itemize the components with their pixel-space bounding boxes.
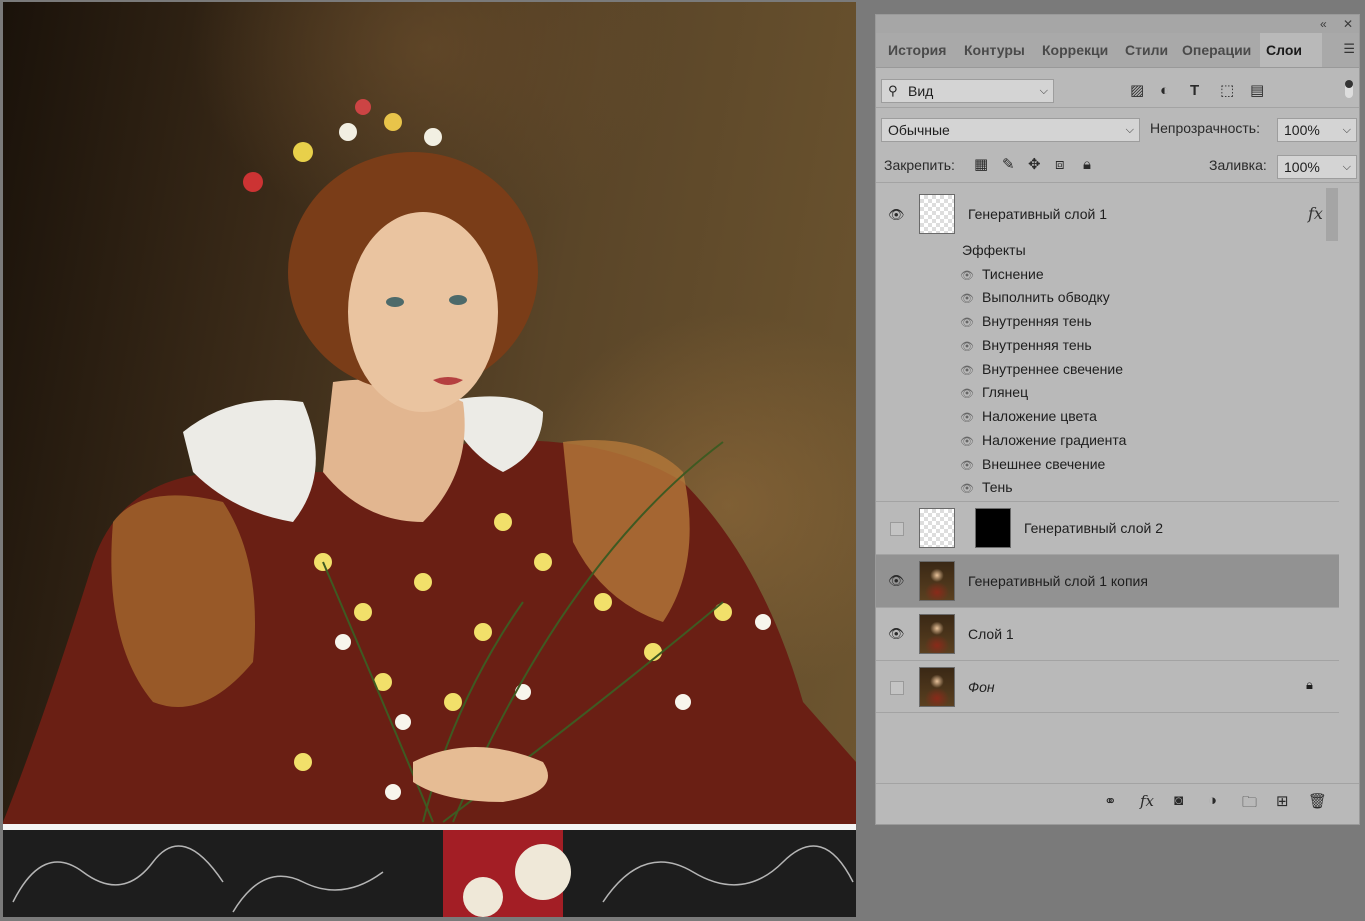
filter-type-icon[interactable]: T [1190,81,1199,101]
document-canvas[interactable] [3,2,856,917]
filter-pixel-icon[interactable]: ▨ [1130,81,1144,101]
effect-eye-icon[interactable]: 👁︎ [960,364,982,377]
lock-icon[interactable]: 🔒︎ [1306,677,1313,693]
layer-mask-thumbnail[interactable] [975,508,1011,548]
effect-eye-icon[interactable]: 👁︎ [960,482,982,495]
layer-name[interactable]: Генеративный слой 1 копия [968,573,1148,589]
layer-generative-2[interactable]: Генеративный слой 2 [876,502,1339,555]
filter-shape-icon[interactable]: ⬚ [1220,81,1234,101]
effect-item[interactable]: 👁︎ Внутренняя тень [960,337,1092,353]
layer-thumbnail [919,614,955,654]
close-panel-icon[interactable]: ✕ [1343,16,1353,32]
layer-name[interactable]: Генеративный слой 2 [1024,520,1163,536]
portrait-artwork [3,99,856,917]
search-icon: ⚲ [888,83,898,98]
layers-list: 👁︎ Генеративный слой 1 fx Эффекты 👁︎ Тисн… [876,188,1339,713]
chevron-down-icon: ⌵ [1125,124,1134,136]
effects-header[interactable]: Эффекты [962,242,1026,258]
new-adjustment-icon[interactable]: ◑ [1208,792,1217,809]
tab-history[interactable]: История [882,33,958,67]
lock-transparent-icon[interactable]: ▦ [974,155,988,175]
layer-generative-1-copy[interactable]: 👁︎ Генеративный слой 1 копия [876,555,1339,608]
opacity-field[interactable]: 100% ⌵ [1277,118,1357,142]
visibility-eye-icon[interactable]: 👁︎ [888,207,905,223]
layers-bottom-toolbar: ⚭ fx ◙ ◑ 🗀︎ ⊞ 🗑︎ [876,783,1359,818]
effect-eye-icon[interactable]: 👁︎ [960,387,982,400]
effect-eye-icon[interactable]: 👁︎ [960,292,982,305]
effect-eye-icon[interactable]: 👁︎ [960,411,982,424]
blend-mode-select[interactable]: Обычные ⌵ [881,118,1140,142]
effect-eye-icon[interactable]: 👁︎ [960,435,982,448]
layer-thumbnail [919,561,955,601]
effect-eye-icon[interactable]: 👁︎ [960,340,982,353]
fill-field[interactable]: 100% ⌵ [1277,155,1357,179]
effect-item[interactable]: 👁︎ Наложение цвета [960,408,1097,424]
filter-adjustment-icon[interactable]: ◐ [1160,81,1169,101]
layer-name[interactable]: Генеративный слой 1 [968,206,1107,222]
layer-1[interactable]: 👁︎ Слой 1 [876,608,1339,661]
lock-label: Закрепить: [884,157,955,173]
layer-generative-1[interactable]: 👁︎ Генеративный слой 1 fx Эффекты 👁︎ Тисн… [876,188,1339,502]
layer-thumbnail [919,508,955,548]
tab-actions[interactable]: Операции [1176,33,1260,67]
visibility-eye-icon[interactable]: 👁︎ [888,626,905,642]
add-style-icon[interactable]: fx [1140,792,1154,810]
visibility-toggle[interactable] [890,681,904,695]
tab-layers[interactable]: Слои [1260,33,1322,67]
fill-label: Заливка: [1209,157,1267,173]
lock-all-icon[interactable]: 🔒︎ [1083,155,1091,175]
layers-scrollbar[interactable] [1326,188,1338,241]
lock-row: Закрепить: ▦ ✎ ✥ ⧈ 🔒︎ Заливка: 100% ⌵ [876,152,1359,183]
fill-value: 100% [1284,159,1320,175]
blend-mode-value: Обычные [888,122,950,138]
effect-item[interactable]: 👁︎ Тиснение [960,266,1044,282]
chevron-down-icon: ⌵ [1342,124,1351,136]
new-group-icon[interactable]: 🗀︎ [1242,792,1257,817]
opacity-value: 100% [1284,122,1320,138]
tab-paths[interactable]: Контуры [958,33,1036,67]
lock-brush-icon[interactable]: ✎ [1002,155,1015,175]
layer-background[interactable]: Фон 🔒︎ [876,661,1339,713]
delete-layer-icon[interactable]: 🗑︎ [1308,792,1327,810]
layer-name[interactable]: Слой 1 [968,626,1014,642]
add-mask-icon[interactable]: ◙ [1174,792,1183,809]
visibility-toggle[interactable] [890,522,904,536]
layer-thumbnail [919,194,955,234]
effect-eye-icon[interactable]: 👁︎ [960,459,982,472]
tab-adjustments[interactable]: Коррекци [1036,33,1118,67]
filter-row: ⚲ Вид ⌵ ▨ ◐ T ⬚ ▤ [876,77,1359,108]
filter-kind-select[interactable]: ⚲ Вид ⌵ [881,79,1054,103]
effect-item[interactable]: 👁︎ Выполнить обводку [960,289,1110,305]
panel-menu-icon[interactable]: ☰ [1343,41,1355,57]
link-layers-icon[interactable]: ⚭ [1104,792,1117,810]
filter-toggle[interactable] [1345,80,1353,98]
chevron-down-icon: ⌵ [1039,85,1048,97]
effect-item[interactable]: 👁︎ Внешнее свечение [960,456,1105,472]
effect-item[interactable]: 👁︎ Внутреннее свечение [960,361,1123,377]
fx-badge[interactable]: fx [1308,204,1323,223]
lock-move-icon[interactable]: ✥ [1028,155,1041,175]
effect-item[interactable]: 👁︎ Наложение градиента [960,432,1126,448]
effect-eye-icon[interactable]: 👁︎ [960,316,982,329]
collapse-panel-icon[interactable]: « [1320,16,1327,32]
effect-item[interactable]: 👁︎ Тень [960,479,1013,495]
effect-item[interactable]: 👁︎ Глянец [960,384,1028,400]
filter-smart-object-icon[interactable]: ▤ [1250,81,1264,101]
panel-title-bar: « ✕ [876,15,1359,33]
blend-row: Обычные ⌵ Непрозрачность: 100% ⌵ [876,115,1359,145]
layer-thumbnail [919,667,955,707]
effect-eye-icon[interactable]: 👁︎ [960,269,982,282]
filter-kind-value: Вид [908,83,934,99]
effect-item[interactable]: 👁︎ Внутренняя тень [960,313,1092,329]
chevron-down-icon: ⌵ [1342,161,1351,173]
opacity-label: Непрозрачность: [1150,120,1260,136]
layers-panel: « ✕ История Контуры Коррекци Стили Опера… [875,14,1360,825]
lock-artboard-icon[interactable]: ⧈ [1055,155,1065,175]
panel-tabs: История Контуры Коррекци Стили Операции … [876,33,1359,68]
visibility-eye-icon[interactable]: 👁︎ [888,573,905,589]
layer-name[interactable]: Фон [968,679,995,695]
new-layer-icon[interactable]: ⊞ [1276,792,1289,810]
tab-styles[interactable]: Стили [1119,33,1175,67]
